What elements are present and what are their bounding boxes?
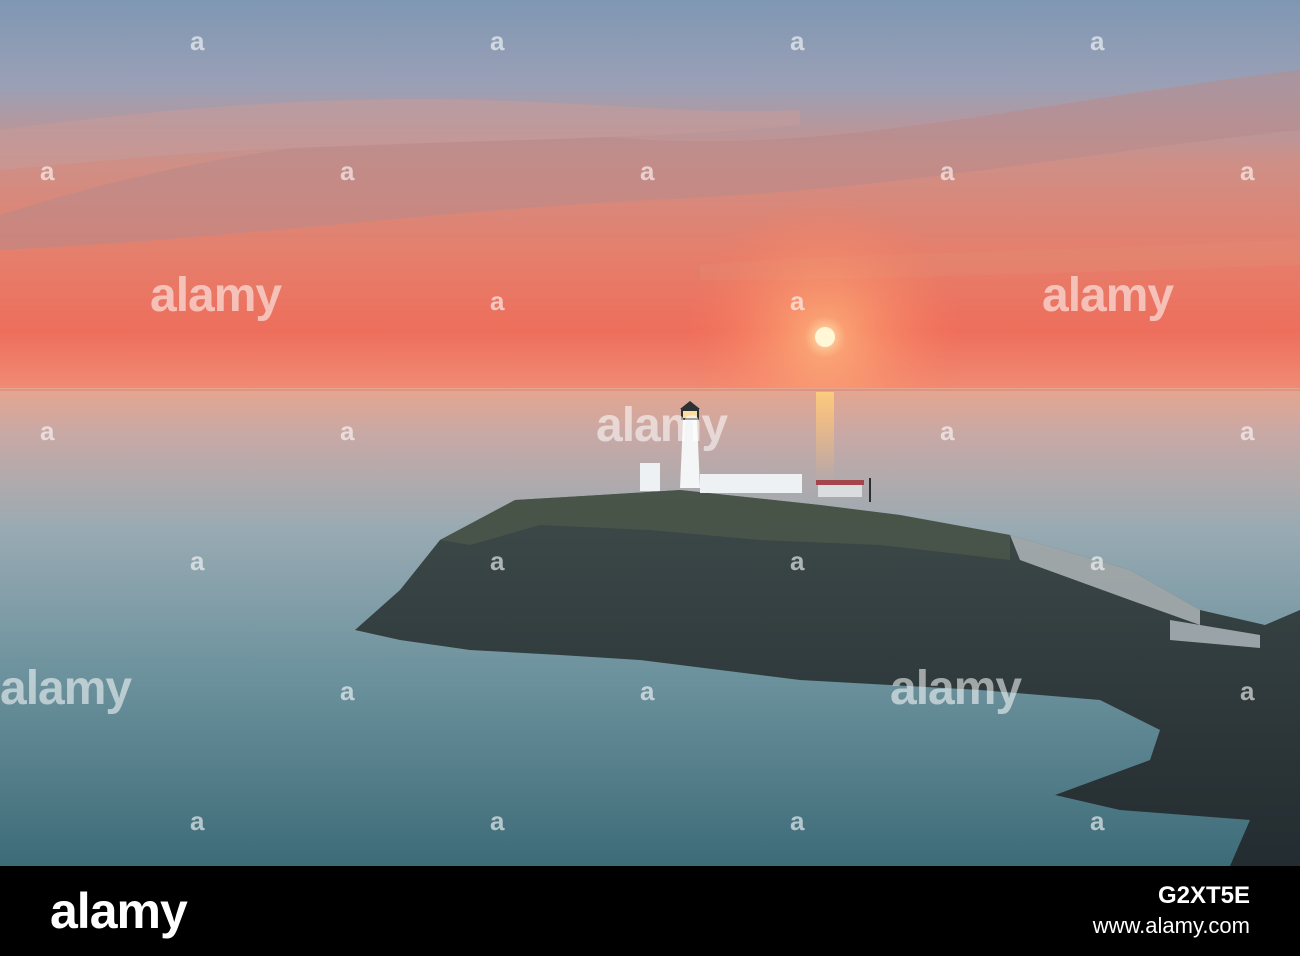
site-url: www.alamy.com (1092, 913, 1250, 938)
sun-glow (0, 0, 1300, 400)
photo-scene (0, 0, 1300, 866)
brand-logo: alamy (50, 883, 188, 939)
watermark-footer-bar: alamy G2XT5E www.alamy.com (0, 866, 1300, 956)
lighthouse-tower (680, 420, 700, 488)
sun-reflection (816, 392, 834, 482)
image-id: G2XT5E (1157, 882, 1250, 909)
sun (815, 327, 835, 347)
stock-photo-frame: a a a a a a a a a alamy a a alamy a a al… (0, 0, 1300, 956)
sunset-lighthouse-photo (0, 0, 1300, 866)
footer-info: G2XT5E www.alamy.com (1093, 882, 1250, 940)
